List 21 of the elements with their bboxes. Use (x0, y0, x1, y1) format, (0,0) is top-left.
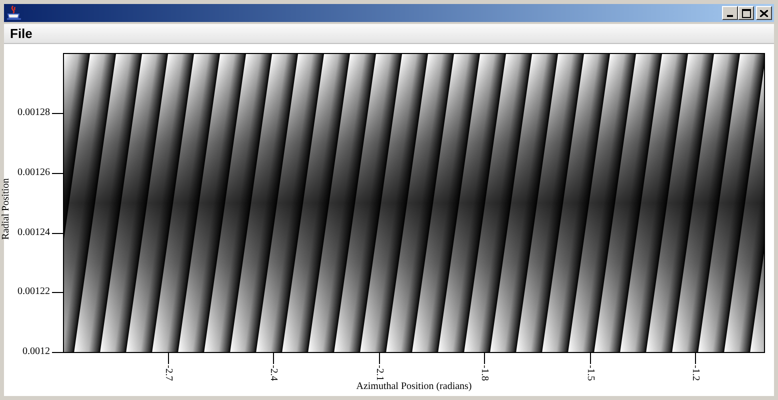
axis-title: Radial Position (0, 178, 13, 240)
tick-label: -2.4 (267, 365, 279, 381)
cup-icon (6, 5, 22, 21)
close-icon (760, 10, 768, 16)
tick-label: 0.00126 (16, 167, 50, 179)
tick-label: -1.8 (478, 365, 490, 381)
tick-label: -2.1 (373, 365, 385, 381)
menu-item[interactable]: File (4, 24, 38, 44)
maximize-icon (742, 8, 750, 18)
tick-label: 0.00122 (16, 286, 50, 298)
minimize-button[interactable] (722, 6, 738, 20)
maximize-button[interactable] (738, 6, 754, 20)
tick-label: -1.5 (584, 365, 596, 381)
axis-title: Azimuthal Position (radians) (356, 381, 472, 393)
tick-label: -2.7 (162, 365, 174, 381)
tick-label: 0.0012 (22, 346, 50, 358)
minimize-icon (727, 15, 733, 17)
tick-label: 0.00124 (16, 227, 50, 239)
tick-label: 0.00128 (16, 107, 50, 119)
tick-label: -1.2 (689, 365, 701, 381)
close-button[interactable] (756, 6, 772, 20)
